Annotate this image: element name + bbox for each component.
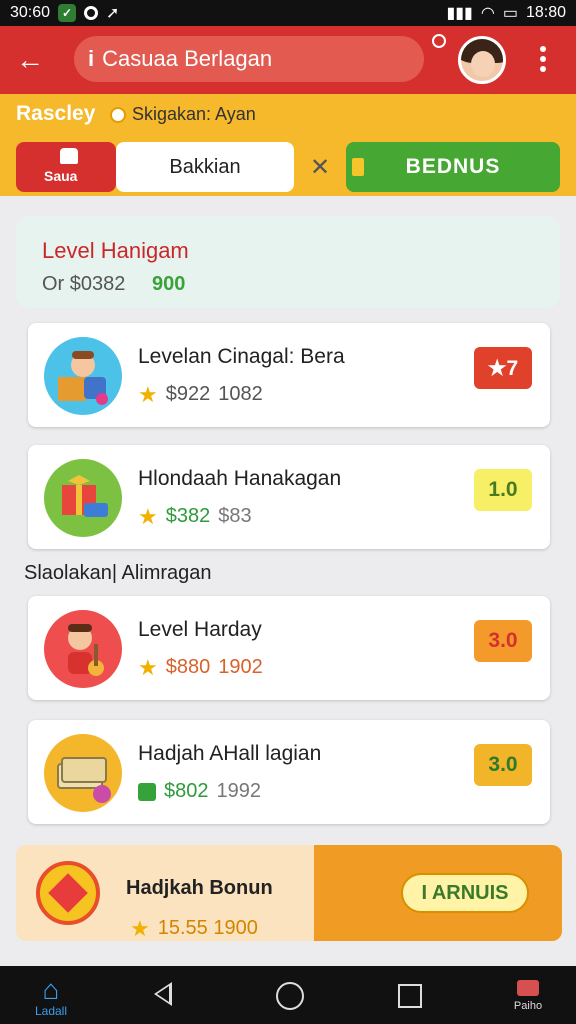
sync-icon — [84, 6, 99, 20]
recent-apps-icon[interactable] — [398, 984, 422, 1008]
sun-badge-icon — [36, 861, 100, 925]
item-price: $880 — [165, 656, 211, 678]
info-icon: i — [88, 46, 95, 71]
close-icon[interactable]: ✕ — [300, 142, 340, 192]
list-item[interactable]: Level Harday ★ $880 1902 3.0 — [28, 596, 550, 700]
item-extra: $83 — [218, 505, 252, 527]
gift-box-icon — [44, 459, 122, 537]
item-name: Hlondaah Hanakagan — [138, 467, 342, 490]
segment-saua[interactable]: Saua — [16, 142, 116, 192]
item-name: Level Harday — [138, 618, 262, 641]
level-card[interactable]: Level Hanigam Or $0382 900 — [16, 216, 560, 308]
battery-icon: ▭ — [502, 5, 518, 22]
app-notification-icon: ✓ — [58, 4, 77, 22]
item-meta: ★ $382 $83 — [138, 505, 252, 528]
app-title: Casuaa Berlagan — [102, 46, 273, 71]
level-value: 900 — [152, 273, 186, 295]
header-title: Rascley — [16, 102, 96, 125]
star-icon: ★ — [138, 381, 158, 407]
item-badge[interactable]: 3.0 — [474, 744, 532, 786]
level-title: Level Hanigam — [42, 238, 189, 263]
segment-bakkian[interactable]: Bakkian — [116, 142, 294, 192]
bonus-meta: ★ 15.55 1900 — [130, 917, 258, 940]
bonus-banner[interactable]: Hadjkah Bonun ★ 15.55 1900 I ARNUIS — [16, 845, 562, 941]
bag-icon — [60, 148, 78, 164]
star-icon: ★ — [130, 915, 150, 941]
app-bar: ← i Casuaa Berlagan — [0, 26, 576, 94]
item-badge[interactable]: 3.0 — [474, 620, 532, 662]
item-extra: 1082 — [218, 383, 263, 405]
list-item[interactable]: Hlondaah Hanakagan ★ $382 $83 1.0 — [28, 445, 550, 549]
profile-icon — [517, 980, 539, 996]
system-back-icon[interactable] — [154, 982, 172, 1006]
item-extra: 1902 — [218, 656, 263, 678]
item-name: Levelan Cinagal: Bera — [138, 345, 345, 368]
status-bar: 30:60 ✓ ➚ ▮▮▮ ◠ ▭ 18:80 — [0, 0, 576, 26]
kid-with-box-icon — [44, 337, 122, 415]
item-price: $922 — [165, 383, 211, 405]
bonus-button[interactable]: I ARNUIS — [401, 873, 529, 913]
navigation-bar: ⌂ Ladall Paiho — [0, 966, 576, 1024]
back-arrow-icon[interactable]: ← — [16, 46, 44, 74]
bonus-meta-text: 15.55 1900 — [157, 917, 258, 939]
segment-bonus[interactable]: BEDNUS — [346, 142, 560, 192]
more-menu-icon[interactable] — [540, 46, 546, 72]
nav-profile-label: Paiho — [513, 1000, 543, 1012]
header-subtitle: Skigakan: Ayan — [110, 104, 256, 125]
avatar[interactable] — [458, 36, 506, 84]
list-item[interactable]: Levelan Cinagal: Bera ★ $922 1082 ★7 — [28, 323, 550, 427]
signal-icon: ▮▮▮ — [446, 5, 473, 22]
bonus-title: Hadjkah Bonun — [126, 877, 273, 899]
wifi-icon: ◠ — [480, 5, 495, 22]
star-icon: ★ — [138, 503, 158, 529]
money-stack-icon — [44, 734, 122, 812]
status-time-left: 30:60 — [10, 4, 51, 21]
nav-home-label: Ladall — [34, 1004, 68, 1018]
header-panel: Rascley Skigakan: Ayan Saua Bakkian ✕ BE… — [0, 94, 576, 196]
item-meta: ★ $922 1082 — [138, 383, 263, 406]
star-icon: ★ — [138, 654, 158, 680]
notification-dot-icon — [432, 34, 446, 48]
app-title-field[interactable]: i Casuaa Berlagan — [74, 36, 424, 82]
level-subtitle: Or $0382 — [42, 273, 126, 295]
segment-saua-label: Saua — [44, 168, 78, 184]
green-tag-icon — [138, 782, 156, 801]
item-meta: $802 1992 — [138, 780, 261, 803]
system-home-icon[interactable] — [276, 982, 304, 1010]
nav-profile[interactable]: Paiho — [508, 980, 548, 1012]
list-item[interactable]: Hadjah AHall lagian $802 1992 3.0 — [28, 720, 550, 824]
send-icon: ➚ — [106, 5, 120, 22]
item-meta: ★ $880 1902 — [138, 656, 263, 679]
status-time-right: 18:80 — [525, 4, 566, 21]
item-badge[interactable]: ★7 — [474, 347, 532, 389]
segment-bonus-label: BEDNUS — [405, 155, 501, 178]
home-icon: ⌂ — [42, 974, 60, 1005]
section-label: Slaolakan| Alimragan — [24, 562, 212, 584]
ticket-icon — [352, 158, 364, 176]
header-subtitle-text: Skigakan: Ayan — [132, 104, 256, 124]
item-price: $802 — [164, 780, 209, 802]
item-price: $382 — [165, 505, 211, 527]
coin-icon — [110, 106, 126, 123]
item-name: Hadjah AHall lagian — [138, 742, 322, 765]
item-extra: 1992 — [216, 780, 262, 802]
boy-with-guitar-icon — [44, 610, 122, 688]
item-badge[interactable]: 1.0 — [474, 469, 532, 511]
nav-home[interactable]: ⌂ Ladall — [30, 976, 72, 1020]
